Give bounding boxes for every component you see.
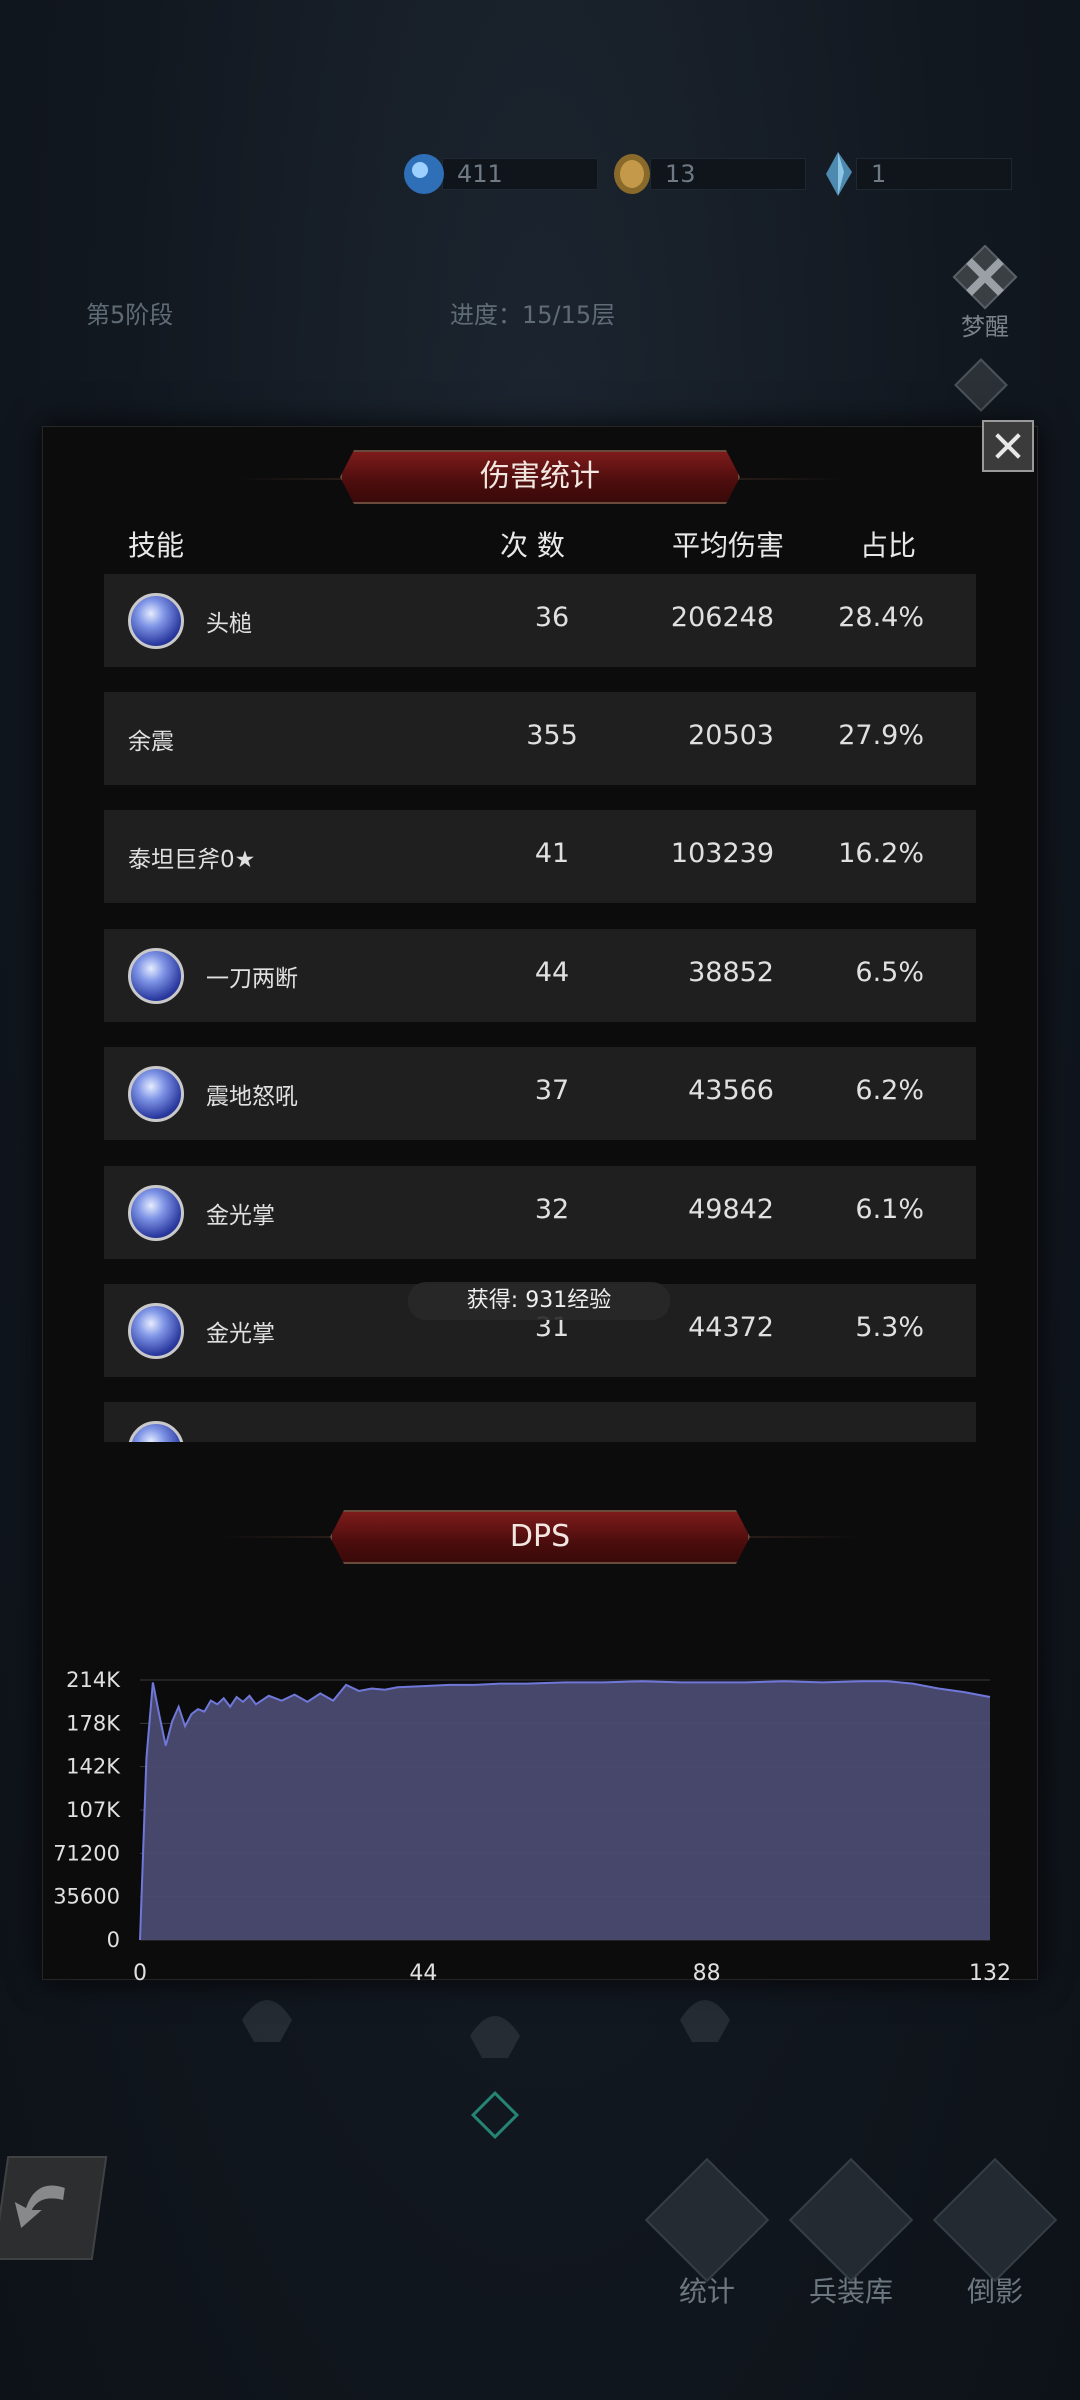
pawn-icon <box>932 2157 1058 2283</box>
skill-count: 355 <box>526 720 578 751</box>
current-node-marker-icon <box>470 2090 520 2140</box>
crossed-swords-icon <box>952 244 1018 310</box>
skill-pct: 27.9% <box>838 720 924 751</box>
skill-count: 41 <box>534 838 570 869</box>
exp-toast: 获得: 931经验 <box>408 1282 670 1320</box>
skill-icon <box>128 1421 184 1442</box>
skill-name: 一刀两断 <box>206 966 298 992</box>
skill-count: 37 <box>534 1075 570 1106</box>
awaken-button[interactable]: 梦醒 <box>940 244 1030 342</box>
skill-avg: 206248 <box>670 602 774 633</box>
skill-name: 金光掌 <box>206 1321 275 1347</box>
table-row <box>104 1402 976 1442</box>
table-row: 震地怒吼 37 43566 6.2% <box>104 1047 976 1140</box>
skill-pct: 6.1% <box>855 1194 924 1225</box>
skill-avg: 49842 <box>688 1194 774 1225</box>
stage-bar: 第5阶段 进度：15/15层 <box>0 285 1080 341</box>
resource-blue-orb-value: 411 <box>442 158 598 190</box>
skill-pct: 5.3% <box>855 1312 924 1343</box>
skill-name: 头槌 <box>206 611 252 637</box>
resource-gold-coin: 13 <box>608 152 806 196</box>
skill-count: 32 <box>534 1194 570 1225</box>
skill-name: 震地怒吼 <box>206 1084 298 1110</box>
blue-orb-icon <box>400 150 448 198</box>
map-node-icon <box>670 1980 740 2050</box>
table-row: 泰坦巨斧0★ 41 103239 16.2% <box>104 810 976 903</box>
skill-avg: 38852 <box>688 957 774 988</box>
skill-name: 金光掌 <box>206 1203 275 1229</box>
skill-headbutt-icon <box>128 593 184 649</box>
table-row: 余震 355 20503 27.9% <box>104 692 976 785</box>
skill-pct: 28.4% <box>838 602 924 633</box>
alert-icon[interactable] <box>954 358 1008 412</box>
damage-title: 伤害统计 <box>480 459 600 494</box>
resource-crystal-value: 1 <box>856 158 1012 190</box>
skill-roar-icon <box>128 1066 184 1122</box>
skill-palm-icon <box>128 1303 184 1359</box>
skill-count: 36 <box>534 602 570 633</box>
book-icon <box>788 2157 914 2283</box>
skill-avg: 20503 <box>688 720 774 751</box>
skill-name: 泰坦巨斧0★ <box>128 847 256 873</box>
damage-title-banner: 伤害统计 <box>340 450 740 504</box>
skill-avg: 103239 <box>670 838 774 869</box>
skill-slash-icon <box>128 948 184 1004</box>
col-count: 次 数 <box>500 529 565 562</box>
gold-coin-icon <box>608 150 656 198</box>
col-skill: 技能 <box>128 529 185 562</box>
skill-pct: 6.2% <box>855 1075 924 1106</box>
col-ratio: 占比 <box>860 529 917 562</box>
dps-title-banner: DPS <box>330 1510 750 1564</box>
table-row: 一刀两断 44 38852 6.5% <box>104 929 976 1022</box>
shield-icon <box>644 2157 770 2283</box>
back-button[interactable] <box>0 2156 108 2260</box>
back-arrow-icon <box>14 2185 65 2228</box>
close-button[interactable] <box>982 420 1034 472</box>
nav-stats-button[interactable]: 统计 <box>642 2157 772 2310</box>
skill-count: 44 <box>534 957 570 988</box>
map-node-icon <box>460 1996 530 2066</box>
table-row: 金光掌 32 49842 6.1% <box>104 1166 976 1259</box>
col-avg: 平均伤害 <box>672 529 785 562</box>
stage-label: 第5阶段 <box>86 301 174 329</box>
skill-name: 余震 <box>128 729 174 755</box>
resource-crystal: 1 <box>814 152 1012 196</box>
map-node-icon <box>232 1980 302 2050</box>
nav-reflection-button[interactable]: 倒影 <box>930 2157 1060 2310</box>
progress-label: 进度：15/15层 <box>450 301 616 329</box>
dps-title: DPS <box>509 1519 571 1554</box>
crystal-icon <box>814 150 862 198</box>
skill-avg: 43566 <box>688 1075 774 1106</box>
skill-pct: 6.5% <box>855 957 924 988</box>
resource-gold-coin-value: 13 <box>650 158 806 190</box>
resource-blue-orb: 411 <box>400 152 598 196</box>
skill-pct: 16.2% <box>838 838 924 869</box>
nav-armory-button[interactable]: 兵装库 <box>786 2157 916 2310</box>
skill-palm-icon <box>128 1185 184 1241</box>
table-row: 头槌 36 206248 28.4% <box>104 574 976 667</box>
